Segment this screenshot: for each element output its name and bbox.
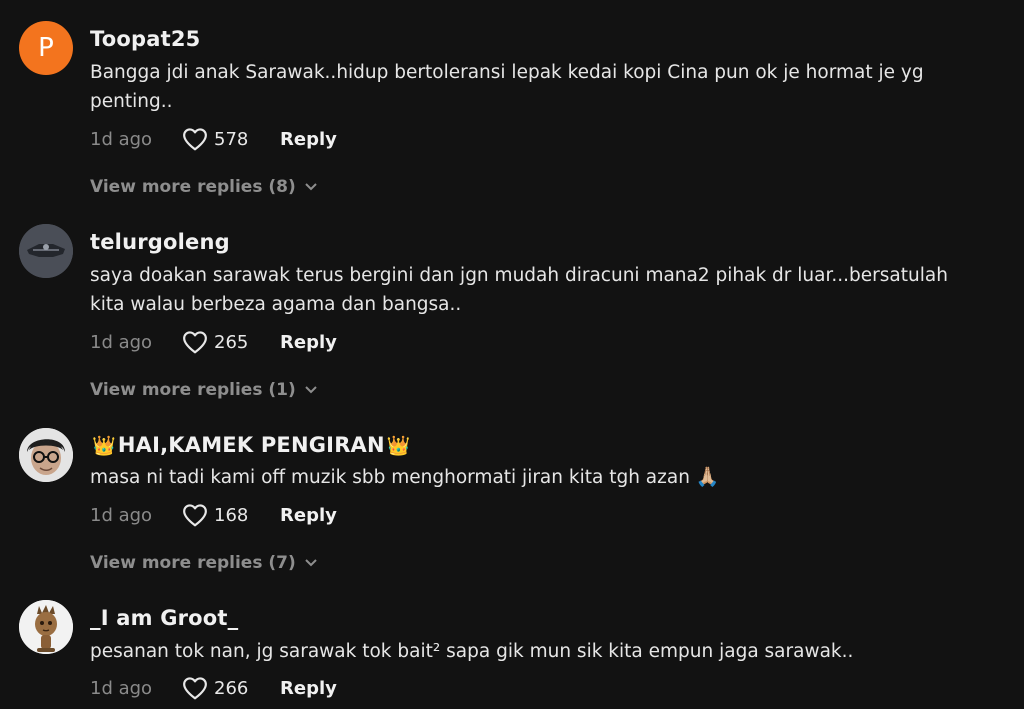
timestamp: 1d ago [90, 128, 153, 150]
comment-meta: 1d ago 265 Reply [90, 327, 337, 357]
like-button[interactable]: 168 [182, 503, 274, 527]
comment-text: saya doakan sarawak terus bergini dan jg… [90, 265, 948, 315]
view-more-replies-label: View more replies (7) [90, 553, 296, 573]
comment-text: masa ni tadi kami off muzik sbb menghorm… [90, 463, 980, 492]
avatar-image [19, 428, 73, 482]
comment-meta: 1d ago 578 Reply [90, 124, 337, 154]
heart-outline-icon [183, 331, 207, 354]
comment-text: Bangga jdi anak Sarawak..hidup bertolera… [90, 62, 924, 112]
avatar[interactable] [19, 224, 73, 278]
reply-button[interactable]: Reply [280, 332, 337, 353]
username[interactable]: 👑HAI,KAMEK PENGIRAN 👑 [90, 433, 413, 457]
reply-button[interactable]: Reply [280, 505, 337, 526]
like-button[interactable]: 578 [182, 127, 274, 151]
reply-button[interactable]: Reply [280, 129, 337, 150]
avatar[interactable] [19, 428, 73, 482]
comment-text: pesanan tok nan, jg sarawak tok bait² sa… [90, 641, 854, 662]
reply-button[interactable]: Reply [280, 678, 337, 699]
view-more-replies-label: View more replies (8) [90, 177, 296, 197]
like-button[interactable]: 265 [182, 330, 274, 354]
username-text: HAI,KAMEK PENGIRAN [117, 433, 385, 457]
heart-outline-icon [183, 504, 207, 527]
like-button[interactable]: 266 [182, 676, 274, 700]
comment-meta: 1d ago 168 Reply [90, 500, 337, 530]
chevron-down-icon [304, 385, 318, 395]
like-count: 578 [214, 128, 249, 150]
view-more-replies[interactable]: View more replies (1) [90, 380, 318, 400]
comment-text-content: masa ni tadi kami off muzik sbb menghorm… [90, 467, 690, 488]
avatar-image [19, 600, 73, 654]
view-more-replies[interactable]: View more replies (7) [90, 553, 318, 573]
username[interactable]: telurgoleng [90, 230, 230, 254]
like-count: 168 [214, 504, 249, 526]
like-count: 265 [214, 331, 249, 353]
username[interactable]: _I am Groot_ [90, 606, 238, 630]
like-count: 266 [214, 677, 249, 699]
avatar[interactable]: P [19, 21, 73, 75]
avatar-image [19, 224, 73, 278]
view-more-replies[interactable]: View more replies (8) [90, 177, 318, 197]
timestamp: 1d ago [90, 331, 153, 353]
view-more-replies-label: View more replies (1) [90, 380, 296, 400]
timestamp: 1d ago [90, 677, 153, 699]
chevron-down-icon [304, 182, 318, 192]
username[interactable]: Toopat25 [90, 27, 200, 51]
avatar-letter: P [38, 33, 54, 63]
heart-outline-icon [183, 677, 207, 700]
crown-icon: 👑 [386, 435, 411, 457]
timestamp: 1d ago [90, 504, 153, 526]
crown-icon: 👑 [92, 435, 116, 457]
avatar[interactable] [19, 600, 73, 654]
praying-hands-icon: 🙏🏼 [695, 466, 720, 488]
comment-meta: 1d ago 266 Reply [90, 673, 337, 703]
chevron-down-icon [304, 558, 318, 568]
heart-outline-icon [183, 128, 207, 151]
